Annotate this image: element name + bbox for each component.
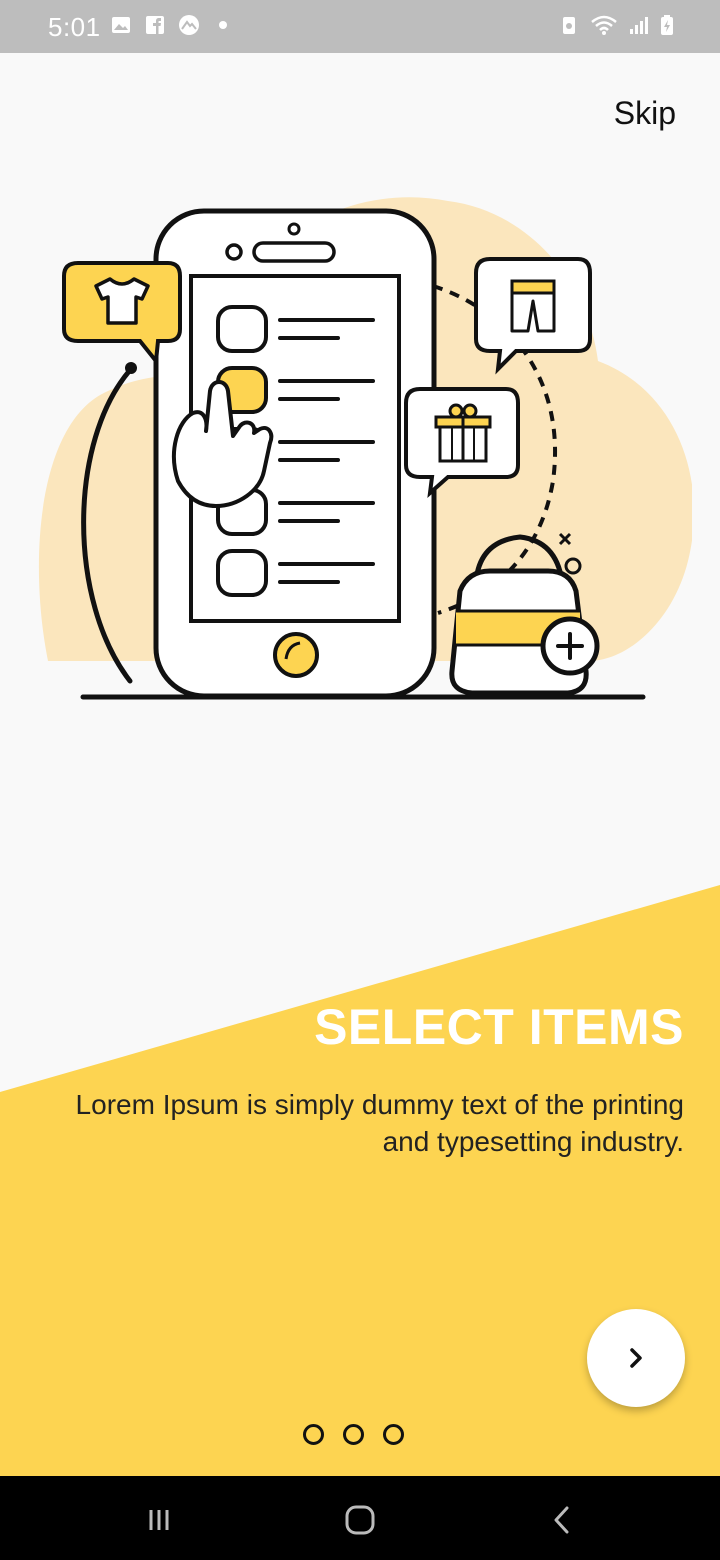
system-icons: [558, 14, 674, 36]
navigation-bar: [0, 1476, 720, 1560]
skip-button[interactable]: Skip: [614, 95, 676, 132]
chevron-right-icon: [630, 1348, 642, 1368]
status-bar: 5:01: [0, 0, 720, 53]
facebook-icon: [146, 16, 164, 34]
battery-icon: [661, 15, 673, 35]
gallery-icon: [112, 17, 130, 33]
app-icon: [179, 15, 199, 35]
page-dot-1[interactable]: [303, 1424, 324, 1445]
next-button[interactable]: [587, 1309, 685, 1407]
battery-saver-icon: [563, 17, 575, 34]
page-dot-3[interactable]: [383, 1424, 404, 1445]
shopping-illustration: [38, 197, 692, 700]
recent-apps-button[interactable]: [139, 1500, 179, 1540]
back-icon: [554, 1506, 569, 1534]
wifi-icon: [591, 15, 617, 35]
recent-apps-icon: [149, 1510, 169, 1530]
page-description: Lorem Ipsum is simply dummy text of the …: [75, 1089, 684, 1157]
home-icon: [345, 1505, 375, 1535]
page-dot-2[interactable]: [343, 1424, 364, 1445]
signal-icon: [630, 17, 648, 34]
onboarding-screen: Skip SELECT ITEMS Lorem Ipsum is simply …: [0, 53, 720, 1476]
back-button[interactable]: [542, 1500, 582, 1540]
notification-icons: [110, 14, 234, 36]
status-time: 5:01: [48, 12, 101, 42]
page-title: SELECT ITEMS: [314, 999, 684, 1055]
page-indicator: [303, 1424, 404, 1445]
home-button[interactable]: [340, 1500, 380, 1540]
dot-icon: [219, 21, 227, 29]
